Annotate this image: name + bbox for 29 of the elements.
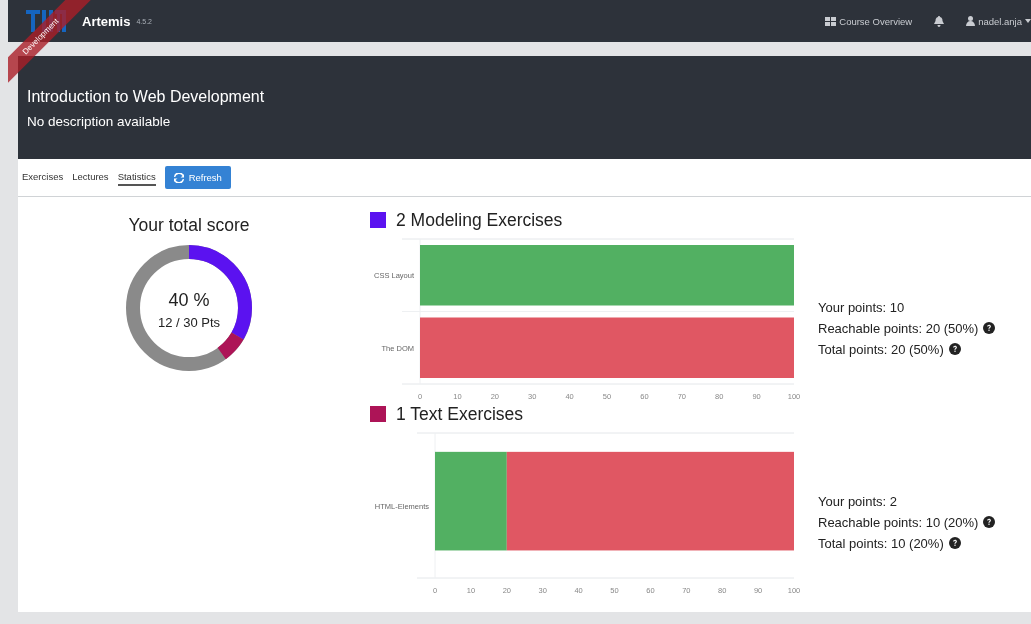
user-icon [966, 16, 976, 26]
score-title: Your total score [128, 215, 250, 236]
score-percent: 40 % [168, 290, 210, 311]
your-points: Your points: 2 [818, 493, 899, 509]
help-icon[interactable] [948, 343, 961, 355]
your-points: Your points: 10 [818, 299, 906, 315]
user-menu[interactable]: nadel.anja [966, 15, 1031, 27]
total-points: Total points: 20 (50%) [818, 341, 944, 357]
course-title: Introduction to Web Development [27, 88, 266, 106]
course-overview-link[interactable]: Course Overview [825, 15, 913, 27]
group-title: 2 Modeling Exercises [396, 209, 563, 231]
score-points: 12 / 30 Pts [157, 315, 221, 330]
grid-icon [825, 16, 837, 26]
total-points: Total points: 10 (20%) [818, 535, 944, 551]
help-icon[interactable] [948, 537, 961, 549]
group-title: 1 Text Exercises [396, 403, 524, 425]
caret-icon [1025, 19, 1031, 23]
reachable-points: Reachable points: 10 (20%) [818, 514, 979, 530]
tab[interactable]: Lectures [72, 169, 109, 186]
bell-icon[interactable] [934, 15, 945, 27]
app-name[interactable]: Artemis [82, 13, 131, 29]
refresh-icon [173, 172, 184, 183]
tab[interactable]: Statistics [117, 169, 156, 186]
refresh-button[interactable]: Refresh [164, 166, 231, 189]
course-description: No description available [27, 114, 172, 129]
help-icon[interactable] [983, 516, 996, 528]
reachable-points: Reachable points: 20 (50%) [818, 320, 979, 336]
tab[interactable]: Exercises [22, 169, 64, 186]
help-icon[interactable] [983, 322, 996, 334]
